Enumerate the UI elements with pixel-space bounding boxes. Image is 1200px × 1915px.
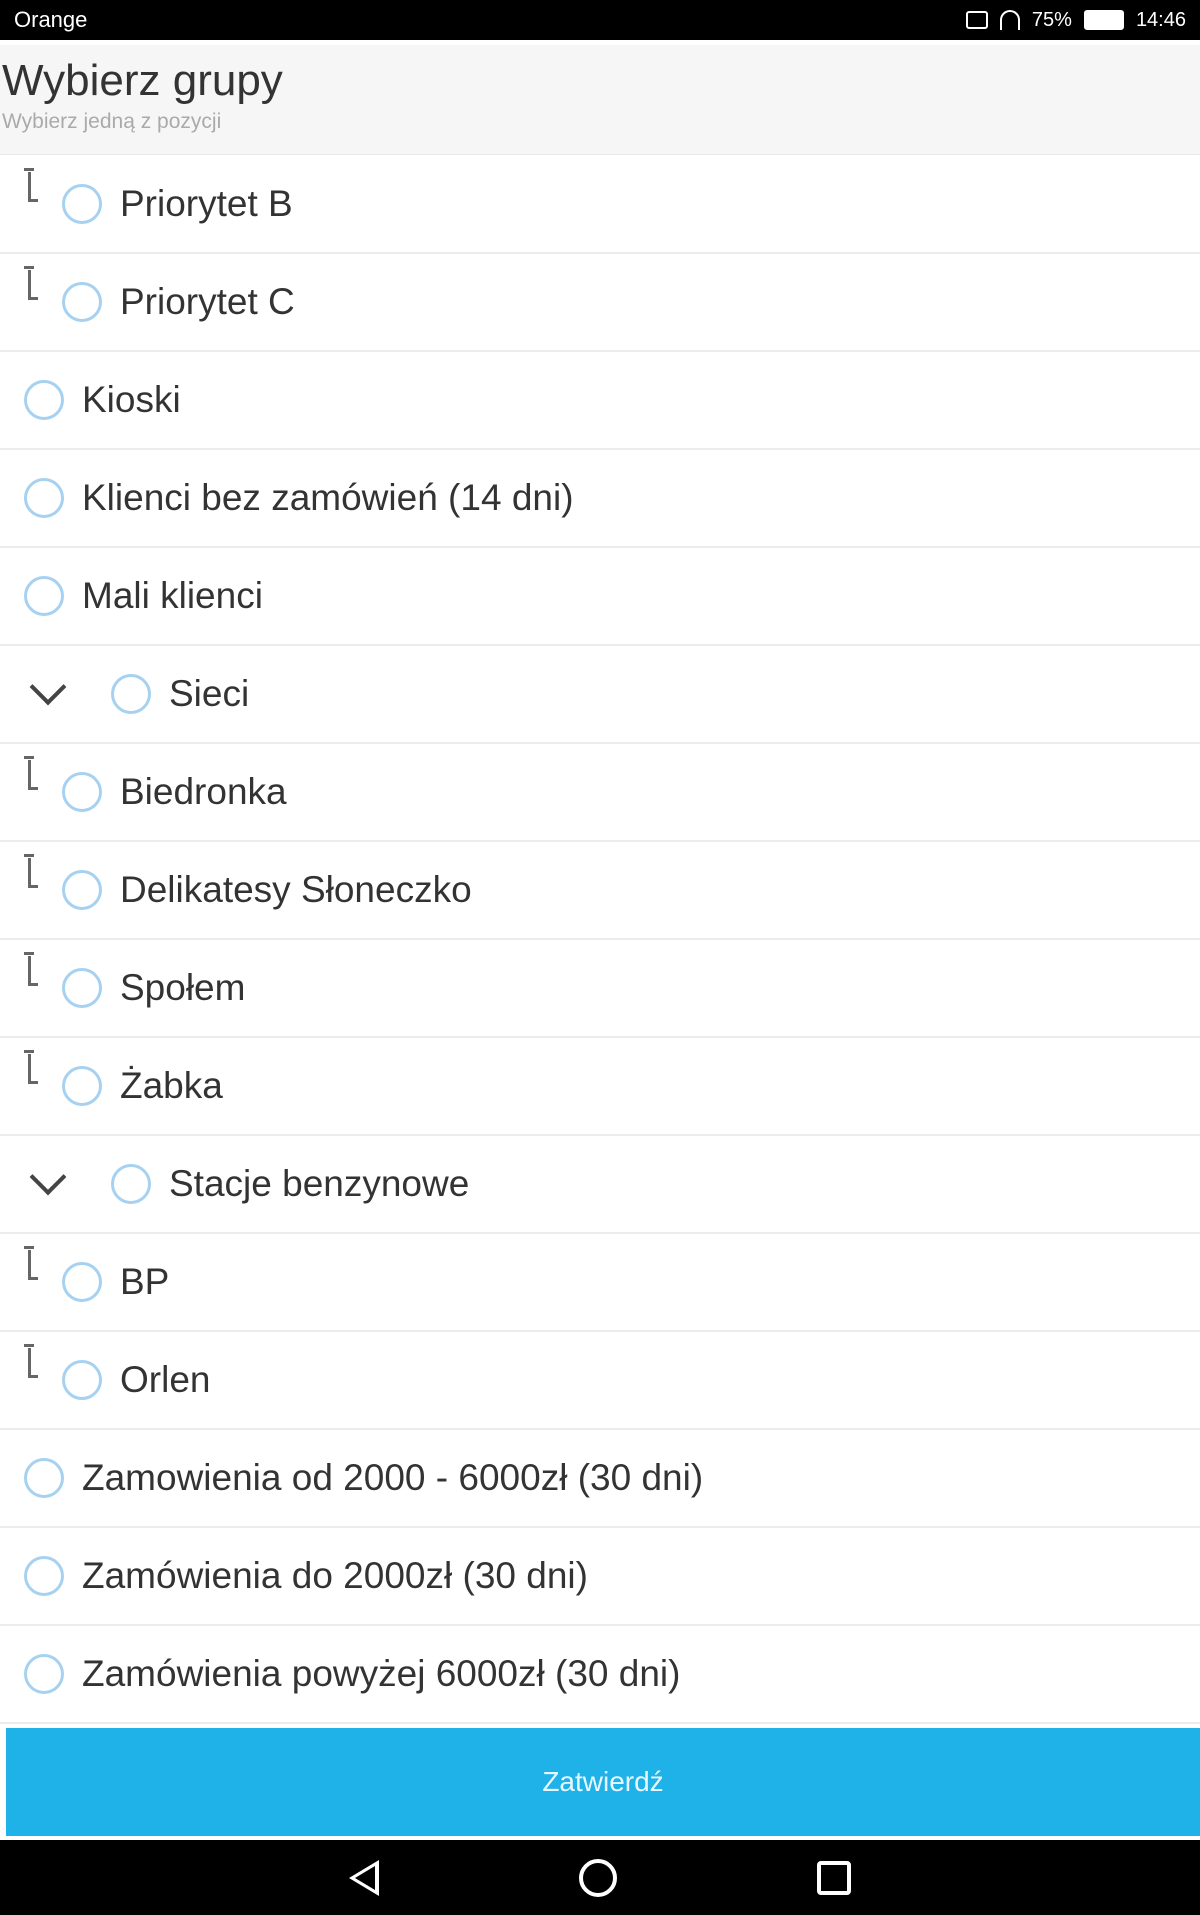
- group-row[interactable]: Zamowienia od 2000 - 6000zł (30 dni): [0, 1430, 1200, 1528]
- wifi-icon: [999, 10, 1020, 30]
- page-title: Wybierz grupy: [2, 56, 283, 105]
- radio-unchecked-icon[interactable]: [62, 184, 102, 224]
- radio-unchecked-icon[interactable]: [24, 380, 64, 420]
- group-label: Społem: [120, 967, 246, 1008]
- group-row[interactable]: BP: [0, 1234, 1200, 1332]
- group-label: Klienci bez zamówień (14 dni): [82, 477, 574, 518]
- dialog-header: Wybierz grupy Wybierz jedną z pozycji: [0, 45, 1200, 155]
- signal-label: 75%: [1031, 8, 1072, 31]
- radio-unchecked-icon[interactable]: [62, 1262, 102, 1302]
- group-label: Priorytet C: [120, 281, 295, 322]
- group-label: Delikatesy Słoneczko: [120, 869, 472, 910]
- status-icons: 75% 14:46: [965, 8, 1186, 32]
- group-row[interactable]: Zamówienia powyżej 6000zł (30 dni): [0, 1626, 1200, 1724]
- alarm-icon: [965, 11, 988, 29]
- radio-unchecked-icon[interactable]: [62, 282, 102, 322]
- status-bar: Orange 75% 14:46: [0, 0, 1200, 40]
- group-row[interactable]: Priorytet C: [0, 254, 1200, 352]
- group-row[interactable]: Sieci: [0, 646, 1200, 744]
- group-row[interactable]: Biedronka: [0, 744, 1200, 842]
- group-label: Biedronka: [120, 771, 287, 812]
- battery-icon: [1083, 10, 1124, 30]
- carrier-label: Orange: [14, 7, 88, 32]
- radio-unchecked-icon[interactable]: [24, 1458, 64, 1498]
- tree-child-connector-icon: [24, 266, 38, 300]
- radio-unchecked-icon[interactable]: [62, 1066, 102, 1106]
- group-label: Zamówienia do 2000zł (30 dni): [82, 1555, 588, 1596]
- radio-unchecked-icon[interactable]: [62, 772, 102, 812]
- radio-unchecked-icon[interactable]: [24, 576, 64, 616]
- group-label: Zamówienia powyżej 6000zł (30 dni): [82, 1653, 681, 1694]
- radio-unchecked-icon[interactable]: [24, 1654, 64, 1694]
- navigation-bar: [0, 1840, 1200, 1915]
- group-label: Kioski: [82, 379, 181, 420]
- submit-button[interactable]: Zatwierdź: [6, 1728, 1200, 1836]
- tree-child-connector-icon: [24, 168, 38, 202]
- radio-unchecked-icon[interactable]: [24, 478, 64, 518]
- home-icon[interactable]: [579, 1858, 617, 1897]
- group-label: Żabka: [120, 1065, 223, 1106]
- group-row[interactable]: Orlen: [0, 1332, 1200, 1430]
- group-label: Zamowienia od 2000 - 6000zł (30 dni): [82, 1457, 704, 1498]
- tree-child-connector-icon: [24, 1246, 38, 1280]
- clock: 14:46: [1135, 8, 1186, 31]
- chevron-down-icon[interactable]: [29, 1158, 67, 1196]
- group-label: Priorytet B: [120, 183, 293, 224]
- group-label: Mali klienci: [82, 575, 263, 616]
- tree-child-connector-icon: [24, 854, 38, 888]
- group-label: Stacje benzynowe: [169, 1163, 470, 1204]
- group-label: BP: [120, 1261, 170, 1302]
- group-row[interactable]: Delikatesy Słoneczko: [0, 842, 1200, 940]
- radio-unchecked-icon[interactable]: [111, 1164, 151, 1204]
- group-row[interactable]: Społem: [0, 940, 1200, 1038]
- group-row[interactable]: Klienci bez zamówień (14 dni): [0, 450, 1200, 548]
- group-row[interactable]: Priorytet B: [0, 156, 1200, 254]
- chevron-down-icon[interactable]: [29, 668, 67, 706]
- radio-unchecked-icon[interactable]: [62, 1360, 102, 1400]
- radio-unchecked-icon[interactable]: [62, 968, 102, 1008]
- tree-child-connector-icon: [24, 756, 38, 790]
- group-row[interactable]: Stacje benzynowe: [0, 1136, 1200, 1234]
- group-row[interactable]: Mali klienci: [0, 548, 1200, 646]
- group-label: Orlen: [120, 1359, 211, 1400]
- group-row[interactable]: Kioski: [0, 352, 1200, 450]
- group-row[interactable]: Zamówienia do 2000zł (30 dni): [0, 1528, 1200, 1626]
- group-label: Sieci: [169, 673, 250, 714]
- radio-unchecked-icon[interactable]: [111, 674, 151, 714]
- tree-child-connector-icon: [24, 1050, 38, 1084]
- tree-child-connector-icon: [24, 952, 38, 986]
- recent-apps-icon[interactable]: [817, 1860, 851, 1895]
- radio-unchecked-icon[interactable]: [24, 1556, 64, 1596]
- group-list[interactable]: Priorytet B Priorytet C Kioski Klienci bez …: [0, 156, 1200, 1728]
- page-subtitle: Wybierz jedną z pozycji: [2, 110, 222, 133]
- group-row[interactable]: Żabka: [0, 1038, 1200, 1136]
- tree-child-connector-icon: [24, 1344, 38, 1378]
- back-icon[interactable]: [349, 1859, 379, 1896]
- radio-unchecked-icon[interactable]: [62, 870, 102, 910]
